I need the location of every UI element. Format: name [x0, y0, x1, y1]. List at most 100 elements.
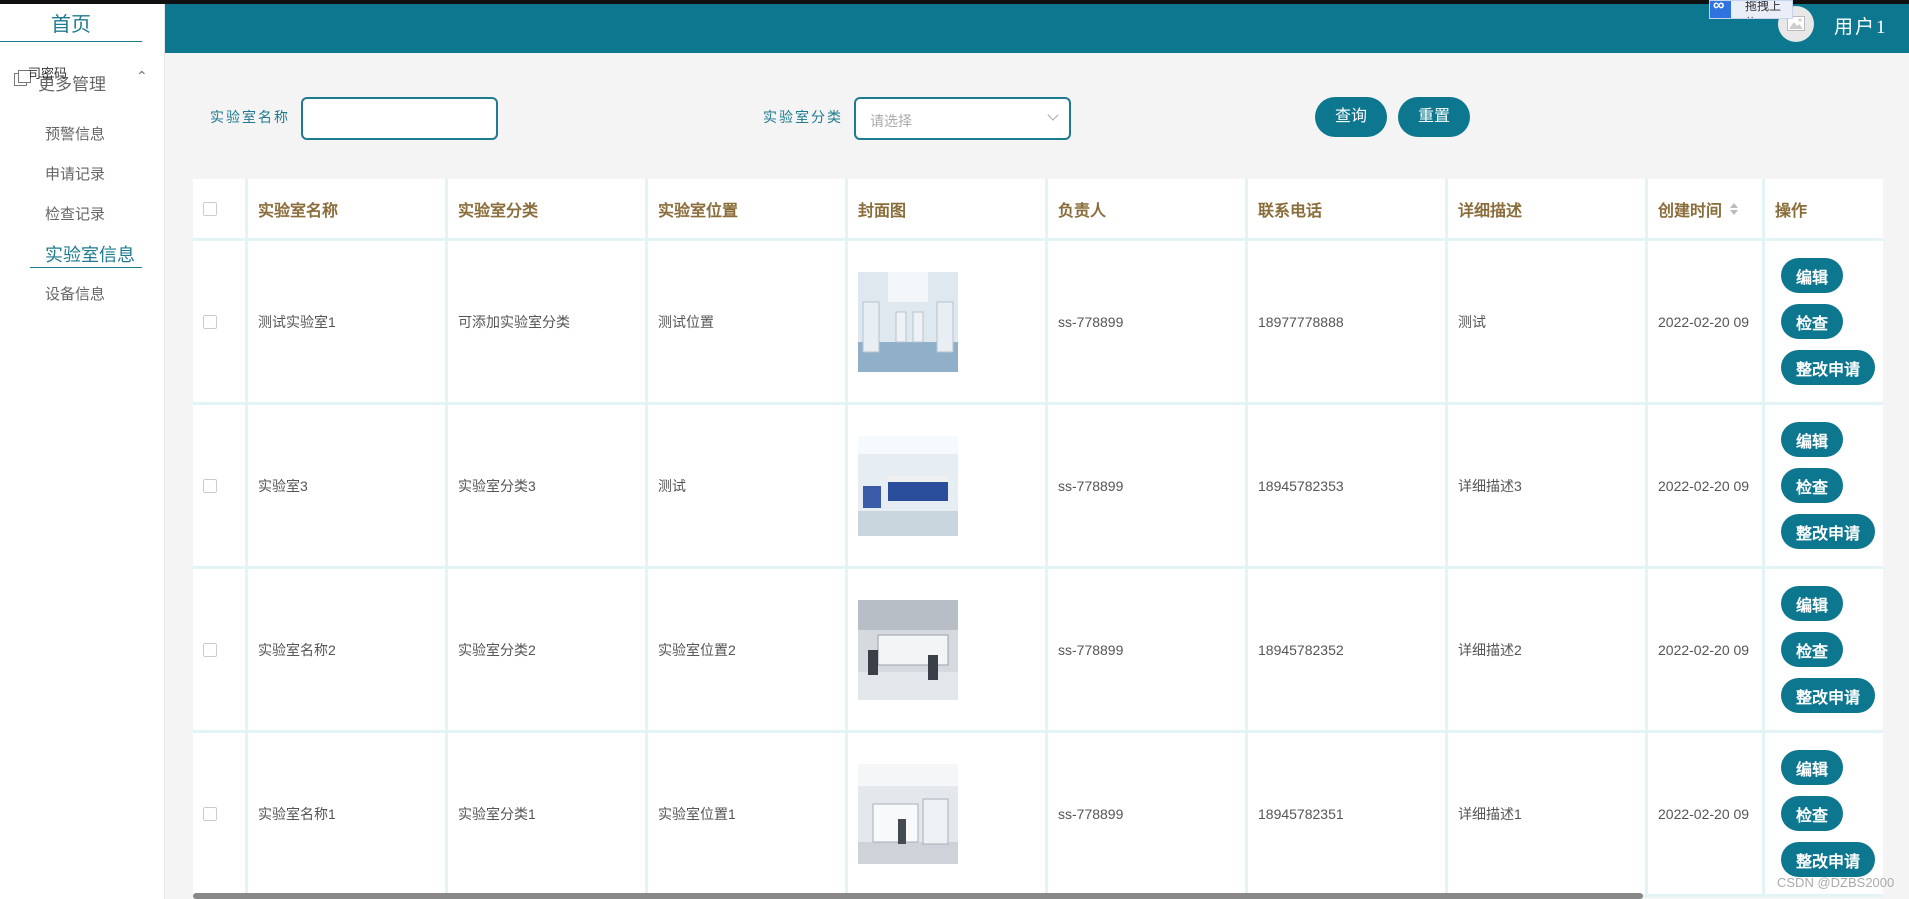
cell-created: 2022-02-20 09 [1648, 733, 1765, 897]
cell-created: 2022-02-20 09 [1648, 569, 1765, 733]
col-header-created-label: 创建时间 [1658, 202, 1723, 220]
cell-desc: 详细描述2 [1448, 569, 1648, 733]
upload-badge[interactable]: 拖拽上传 [1709, 0, 1793, 19]
top-header [164, 4, 1909, 53]
row-checkbox[interactable] [203, 642, 217, 657]
col-header-name: 实验室名称 [248, 179, 448, 241]
lab-name-input[interactable] [301, 97, 498, 140]
cover-image [858, 435, 958, 536]
cover-image [858, 271, 958, 372]
table-row: 实验室名称2 实验室分类2 实验室位置2 ss-778899 189457823… [193, 569, 1883, 733]
row-checkbox[interactable] [203, 806, 217, 821]
sidebar-item-applications[interactable]: 申请记录 [45, 163, 105, 184]
cell-desc: 详细描述3 [1448, 405, 1648, 569]
edit-button[interactable]: 编辑 [1781, 258, 1843, 293]
sidebar-item-warning[interactable]: 预警信息 [45, 123, 105, 144]
cell-location: 测试位置 [648, 241, 848, 405]
sort-icon[interactable] [1730, 202, 1739, 215]
upload-badge-label: 拖拽上传 [1745, 0, 1782, 18]
cell-phone: 18945782353 [1248, 405, 1448, 569]
row-checkbox-cell [193, 241, 248, 405]
row-checkbox-cell [193, 733, 248, 897]
col-header-phone: 联系电话 [1248, 179, 1448, 241]
sidebar-overlay-text: 司密码 [28, 66, 68, 81]
cell-cover [848, 241, 1048, 405]
cell-phone: 18977778888 [1248, 241, 1448, 405]
top-strip [0, 0, 1909, 4]
copy-icon [14, 70, 31, 86]
horizontal-scrollbar[interactable] [193, 893, 1643, 899]
header-checkbox-cell [193, 179, 248, 241]
cell-desc: 详细描述1 [1448, 733, 1648, 897]
cell-cover [848, 405, 1048, 569]
sidebar-item-inspections[interactable]: 检查记录 [45, 203, 105, 224]
cell-cover [848, 569, 1048, 733]
cell-location: 实验室位置1 [648, 733, 848, 897]
cell-actions: 编辑 检查 整改申请 [1765, 241, 1883, 405]
cell-phone: 18945782351 [1248, 733, 1448, 897]
cell-location: 实验室位置2 [648, 569, 848, 733]
cell-actions: 编辑 检查 整改申请 [1765, 569, 1883, 733]
edit-button[interactable]: 编辑 [1781, 750, 1843, 785]
cell-name: 实验室3 [248, 405, 448, 569]
check-button[interactable]: 检查 [1781, 632, 1843, 667]
username[interactable]: 用户1 [1834, 12, 1888, 39]
cell-created: 2022-02-20 09 [1648, 405, 1765, 569]
watermark: CSDN @DZBS2000 [1777, 875, 1895, 890]
col-header-actions: 操作 [1765, 179, 1883, 241]
cell-category: 实验室分类2 [448, 569, 648, 733]
reset-button[interactable]: 重置 [1398, 97, 1470, 137]
chevron-down-icon [1047, 109, 1059, 121]
cell-name: 实验室名称1 [248, 733, 448, 897]
col-header-created[interactable]: 创建时间 [1648, 179, 1765, 241]
cell-actions: 编辑 检查 整改申请 [1765, 733, 1883, 897]
check-button[interactable]: 检查 [1781, 468, 1843, 503]
select-placeholder: 请选择 [870, 113, 912, 129]
edit-button[interactable]: 编辑 [1781, 586, 1843, 621]
table-header-row: 实验室名称 实验室分类 实验室位置 封面图 负责人 联系电话 详细描述 创建时间… [193, 179, 1883, 241]
lab-name-label: 实验室名称 [210, 111, 290, 126]
col-header-cover: 封面图 [848, 179, 1048, 241]
table-row: 测试实验室1 可添加实验室分类 测试位置 ss-778899 189777788… [193, 241, 1883, 405]
check-button[interactable]: 检查 [1781, 796, 1843, 831]
cover-image [858, 599, 958, 700]
cell-category: 实验室分类1 [448, 733, 648, 897]
cell-desc: 测试 [1448, 241, 1648, 405]
cloud-upload-icon [1710, 1, 1731, 18]
rectify-button[interactable]: 整改申请 [1781, 350, 1875, 385]
query-button[interactable]: 查询 [1315, 97, 1387, 137]
cell-category: 可添加实验室分类 [448, 241, 648, 405]
col-header-category: 实验室分类 [448, 179, 648, 241]
select-all-checkbox[interactable] [203, 201, 217, 216]
rectify-button[interactable]: 整改申请 [1781, 678, 1875, 713]
sidebar-item-equipment[interactable]: 设备信息 [45, 283, 105, 304]
cell-phone: 18945782352 [1248, 569, 1448, 733]
cell-owner: ss-778899 [1048, 733, 1248, 897]
cell-owner: ss-778899 [1048, 569, 1248, 733]
row-checkbox[interactable] [203, 314, 217, 329]
sidebar-home-link[interactable]: 首页 [0, 8, 142, 42]
cell-location: 测试 [648, 405, 848, 569]
edit-button[interactable]: 编辑 [1781, 422, 1843, 457]
sidebar-item-lab-info[interactable]: 实验室信息 [45, 241, 135, 267]
cell-owner: ss-778899 [1048, 405, 1248, 569]
cell-actions: 编辑 检查 整改申请 [1765, 405, 1883, 569]
row-checkbox-cell [193, 405, 248, 569]
lab-category-label: 实验室分类 [763, 111, 843, 126]
sidebar-active-indicator [30, 267, 142, 268]
cell-category: 实验室分类3 [448, 405, 648, 569]
cell-cover [848, 733, 1048, 897]
sidebar-group-more-management[interactable]: 更多管理 司密码 ⌃ [12, 66, 152, 94]
rectify-button[interactable]: 整改申请 [1781, 842, 1875, 877]
table-row: 实验室名称1 实验室分类1 实验室位置1 ss-778899 189457823… [193, 733, 1883, 897]
cell-name: 实验室名称2 [248, 569, 448, 733]
sidebar: 首页 更多管理 司密码 ⌃ 预警信息 申请记录 检查记录 实验室信息 设备信息 [0, 0, 165, 899]
check-button[interactable]: 检查 [1781, 304, 1843, 339]
row-checkbox-cell [193, 569, 248, 733]
row-checkbox[interactable] [203, 478, 217, 493]
col-header-location: 实验室位置 [648, 179, 848, 241]
rectify-button[interactable]: 整改申请 [1781, 514, 1875, 549]
lab-category-select[interactable]: 请选择 [854, 97, 1071, 140]
cell-created: 2022-02-20 09 [1648, 241, 1765, 405]
cell-owner: ss-778899 [1048, 241, 1248, 405]
